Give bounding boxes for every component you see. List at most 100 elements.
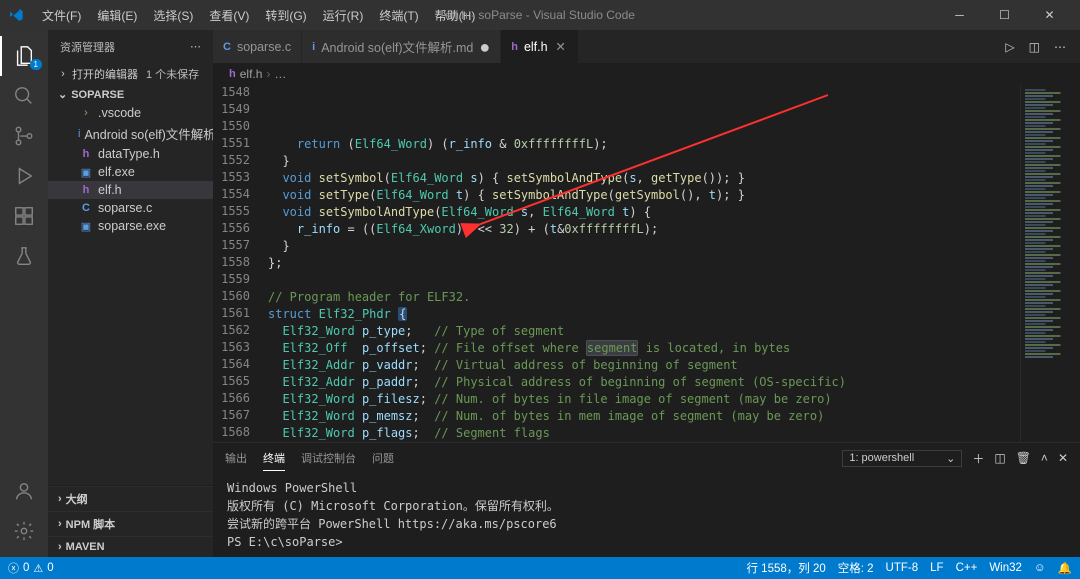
file-h-icon: h [78, 148, 94, 160]
sidebar-collapsed-section[interactable]: › 大纲 [48, 486, 213, 511]
split-editor-button[interactable]: ◫ [1029, 40, 1040, 54]
terminal-body[interactable]: Windows PowerShell版权所有 (C) Microsoft Cor… [213, 473, 1080, 557]
file-h-icon: h [229, 68, 236, 80]
tree-item-label: Android so(elf)文件解析.md [84, 124, 213, 143]
new-terminal-button[interactable]: ＋ [972, 450, 984, 467]
panel-tab[interactable]: 调试控制台 [301, 446, 356, 471]
panel-tab[interactable]: 输出 [225, 446, 247, 471]
editor-area: Csoparse.ciAndroid so(elf)文件解析.md● h elf.h… [213, 30, 1080, 557]
file-folder-icon: › [78, 107, 94, 119]
activity-testing[interactable] [0, 236, 48, 276]
window-minimize-button[interactable]: ─ [937, 0, 982, 30]
panel-tab[interactable]: 终端 [263, 446, 285, 471]
status-warnings-count: 0 [47, 562, 53, 574]
close-panel-button[interactable]: ✕ [1058, 451, 1068, 465]
editor-tab[interactable]: Csoparse.c [213, 30, 302, 63]
window-close-button[interactable]: ✕ [1027, 0, 1072, 30]
menu-item[interactable]: 运行(R) [317, 3, 370, 28]
tab-close-button[interactable]: ✕ [554, 39, 568, 54]
sidebar-more-icon[interactable]: ⋯ [190, 40, 201, 53]
section-label: NPM 脚本 [66, 516, 116, 532]
search-icon [13, 85, 35, 107]
menu-bar: 文件(F)编辑(E)选择(S)查看(V)转到(G)运行(R)终端(T)帮助(H) [36, 3, 481, 28]
status-feedback[interactable]: ☺ [1034, 562, 1046, 574]
tree-item[interactable]: ›.vscode [48, 104, 213, 122]
status-eol[interactable]: LF [930, 562, 943, 574]
breadcrumb-file: elf.h [240, 67, 263, 81]
menu-item[interactable]: 终端(T) [373, 3, 424, 28]
menu-item[interactable]: 文件(F) [36, 3, 87, 28]
activity-settings[interactable] [0, 511, 48, 551]
section-label: MAVEN [66, 541, 105, 553]
window-title: elf.h - soParse - Visual Studio Code [445, 8, 635, 22]
menu-item[interactable]: 选择(S) [147, 3, 199, 28]
file-exe-icon: ▣ [78, 220, 94, 233]
terminal-selector[interactable]: 1: powershell ⌄ [842, 450, 962, 467]
title-bar: 文件(F)编辑(E)选择(S)查看(V)转到(G)运行(R)终端(T)帮助(H)… [0, 0, 1080, 30]
menu-item[interactable]: 查看(V) [203, 3, 255, 28]
tree-item[interactable]: ▣ soparse.exe [48, 217, 213, 235]
editor-tab[interactable]: iAndroid so(elf)文件解析.md● [302, 30, 501, 63]
tree-item-label: soparse.c [98, 201, 152, 215]
account-icon [13, 480, 35, 502]
sidebar-title: 资源管理器 [60, 39, 115, 55]
kill-terminal-button[interactable]: 🗑 [1016, 451, 1031, 465]
file-exe-icon: ▣ [78, 166, 94, 179]
status-bar: ⓧ0⚠0 行 1558，列 20 空格: 2 UTF-8 LF C++ Win3… [0, 557, 1080, 579]
editor-tabs: Csoparse.ciAndroid so(elf)文件解析.md●helf.h… [213, 30, 991, 63]
status-encoding[interactable]: UTF-8 [886, 562, 919, 574]
activity-scm[interactable] [0, 116, 48, 156]
breadcrumb-more: … [274, 67, 286, 81]
panel-area: 输出终端调试控制台问题 1: powershell ⌄ ＋ ◫ 🗑 ˄ ✕ Wi… [213, 442, 1080, 557]
tree-item[interactable]: Csoparse.c [48, 199, 213, 217]
activity-account[interactable] [0, 471, 48, 511]
chevron-right-icon: › [58, 493, 62, 505]
tree-item[interactable]: ▣ elf.exe [48, 163, 213, 181]
activity-bar: 1 [0, 30, 48, 557]
sidebar-collapsed-section[interactable]: › MAVEN [48, 536, 213, 557]
open-editors-label: 打开的编辑器 [72, 66, 138, 82]
run-code-button[interactable]: ▷ [1005, 40, 1014, 54]
folder-name: SOPARSE [71, 89, 124, 101]
status-spaces[interactable]: 空格: 2 [838, 560, 874, 576]
activity-extensions[interactable] [0, 196, 48, 236]
chevron-right-icon: › [58, 541, 62, 553]
panel-tabs: 输出终端调试控制台问题 [225, 446, 394, 471]
activity-search[interactable] [0, 76, 48, 116]
menu-item[interactable]: 编辑(E) [91, 3, 143, 28]
menu-item[interactable]: 转到(G) [259, 3, 312, 28]
section-label: 大纲 [66, 491, 88, 507]
panel-tab[interactable]: 问题 [372, 446, 394, 471]
status-bell-icon[interactable]: 🔔 [1058, 561, 1072, 575]
minimap[interactable] [1020, 85, 1080, 442]
split-terminal-button[interactable]: ◫ [994, 451, 1005, 465]
file-h-icon: h [78, 184, 94, 196]
status-platform[interactable]: Win32 [989, 562, 1022, 574]
tab-label: elf.h [524, 40, 548, 54]
more-actions-button[interactable]: ⋯ [1054, 40, 1066, 54]
tree-item[interactable]: iAndroid so(elf)文件解析.md [48, 122, 213, 145]
activity-debug[interactable] [0, 156, 48, 196]
breadcrumbs[interactable]: h elf.h › … [213, 63, 1080, 85]
status-errors[interactable]: ⓧ0⚠0 [8, 560, 54, 576]
editor-tab[interactable]: helf.h✕ [501, 30, 578, 63]
tree-item[interactable]: helf.h [48, 181, 213, 199]
warning-icon: ⚠ [33, 562, 43, 575]
tree-item-label: soparse.exe [98, 219, 166, 233]
gear-icon [13, 520, 35, 542]
file-tree: ›.vscodeiAndroid so(elf)文件解析.mdhdataType… [48, 104, 213, 235]
maximize-panel-button[interactable]: ˄ [1041, 451, 1048, 465]
window-maximize-button[interactable]: ☐ [982, 0, 1027, 30]
code-editor[interactable]: return (Elf64_Word) (r_info & 0xffffffff… [268, 85, 1020, 442]
status-language[interactable]: C++ [956, 562, 978, 574]
open-editors-header[interactable]: › 打开的编辑器 1 个未保存 [48, 63, 213, 85]
tree-item[interactable]: hdataType.h [48, 145, 213, 163]
activity-explorer[interactable]: 1 [0, 36, 48, 76]
chevron-right-icon: › [58, 68, 68, 80]
tree-item-label: elf.exe [98, 165, 135, 179]
folder-header[interactable]: ⌄ SOPARSE [48, 85, 213, 104]
sidebar-collapsed-section[interactable]: ›NPM 脚本 [48, 511, 213, 536]
terminal-selector-label: 1: powershell [849, 452, 914, 464]
status-line-col[interactable]: 行 1558，列 20 [746, 560, 825, 576]
error-icon: ⓧ [8, 560, 19, 576]
